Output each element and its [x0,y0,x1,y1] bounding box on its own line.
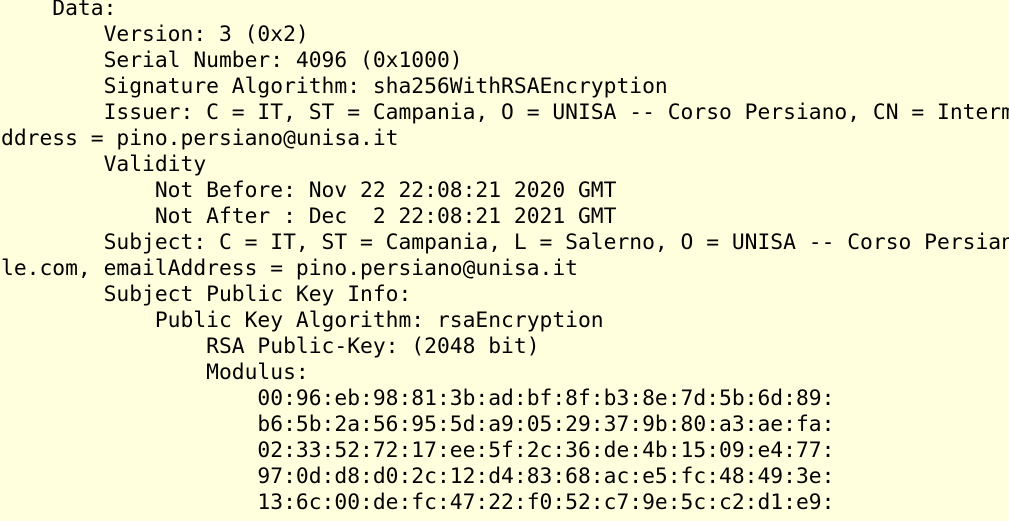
terminal-output[interactable]: Data: Version: 3 (0x2) Serial Number: 40… [0,0,1009,521]
output-line: Subject Public Key Info: [1,282,412,307]
output-line: Signature Algorithm: sha256WithRSAEncryp… [1,74,668,99]
output-line: Serial Number: 4096 (0x1000) [1,48,463,73]
output-line: Issuer: C = IT, ST = Campania, O = UNISA… [103,100,1009,125]
output-line: Not Before: Nov 22 22:08:21 2020 GMT [1,178,617,203]
output-line: Version: 3 (0x2) [1,22,309,47]
output-line: 97:0d:d8:d0:2c:12:d4:83:68:ac:e5:fc:48:4… [1,464,835,489]
output-line: 02:33:52:72:17:ee:5f:2c:36:de:4b:15:09:e… [1,438,835,463]
output-line: Data: [1,0,117,21]
output-line: Public Key Algorithm: rsaEncryption [1,308,604,333]
output-line: RSA Public-Key: (2048 bit) [1,334,540,359]
output-line: 00:96:eb:98:81:3b:ad:bf:8f:b3:8e:7d:5b:6… [1,386,835,411]
output-line: Modulus: [1,360,309,385]
output-line: Subject: C = IT, ST = Campania, L = Sale… [103,230,1009,255]
output-line: Validity [1,152,207,177]
output-line: Not After : Dec 2 22:08:21 2021 GMT [1,204,617,229]
output-line: 13:6c:00:de:fc:47:22:f0:52:c7:9e:5c:c2:d… [1,490,835,515]
output-line: b6:5b:2a:56:95:5d:a9:05:29:37:9b:80:a3:a… [1,412,835,437]
output-line-wrap: ddress = pino.persiano@unisa.it [1,126,399,151]
output-line-wrap: le.com, emailAddress = pino.persiano@uni… [1,256,578,281]
